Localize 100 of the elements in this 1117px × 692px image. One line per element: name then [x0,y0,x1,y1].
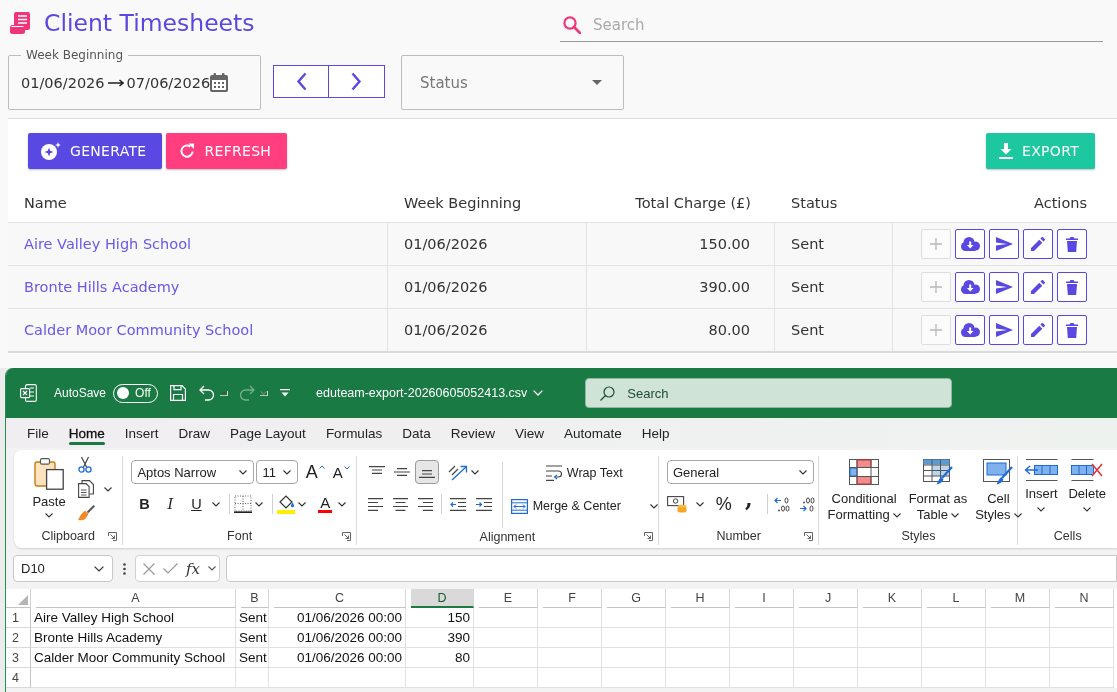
chevron-down-icon[interactable] [649,503,658,509]
column-header[interactable]: A [36,589,236,608]
send-button[interactable] [989,272,1019,302]
font-name-field[interactable]: Aptos Narrow [131,460,255,484]
ribbon-tab[interactable]: Data [393,418,440,448]
column-header[interactable]: C [274,589,406,608]
insert-function-button[interactable]: fx [186,559,200,578]
edit-button[interactable] [1023,229,1053,259]
font-color-button[interactable]: A [315,493,336,515]
client-name-link[interactable]: Calder Moor Community School [24,322,254,338]
ribbon-tab[interactable]: Formulas [316,418,392,448]
send-button[interactable] [989,229,1019,259]
column-header[interactable]: E [479,589,538,608]
ribbon-tab[interactable]: Page Layout [221,418,315,448]
ribbon-tab[interactable]: View [505,418,553,448]
corner-arrow-icon[interactable] [804,531,814,541]
column-header[interactable]: H [671,589,730,608]
chevron-down-icon[interactable] [470,469,479,475]
scissors-icon[interactable] [78,456,92,473]
wrap-text-button[interactable]: Wrap Text [510,462,658,484]
lines-right-arrow-icon[interactable] [475,497,492,511]
row-header[interactable]: 4 [6,668,31,688]
delete-button[interactable] [1057,229,1087,259]
client-name-link[interactable]: Bronte Hills Academy [24,279,180,295]
chevron-down-icon[interactable] [208,566,216,571]
search-input[interactable]: Search [593,15,1103,34]
bar-caret-icon[interactable] [280,389,291,397]
file-name[interactable]: eduteam-export-20260605052413.csv [316,386,528,400]
corner-arrow-icon[interactable] [108,531,118,541]
align-bottom-button[interactable] [414,460,439,484]
chevron-down-icon[interactable] [255,501,264,507]
check-icon[interactable] [163,563,178,574]
vertical-dots-icon[interactable] [123,562,126,575]
table-styles-button[interactable]: Format as Table [906,459,970,527]
ribbon-tab[interactable]: Automate [554,418,631,448]
status-select[interactable]: Status [401,55,624,110]
delete-button[interactable] [1057,272,1087,302]
next-week-button[interactable] [329,65,385,98]
row-header[interactable]: 3 [6,648,31,668]
corner-arrow-icon[interactable] [643,532,653,541]
chevron-down-icon[interactable] [104,486,112,492]
italic-button[interactable]: I [159,493,182,515]
insert-cells-button[interactable]: Insert [1022,459,1061,527]
column-header[interactable]: F [543,589,602,608]
align-right-icon[interactable] [417,497,433,511]
download-button[interactable] [955,229,985,259]
ribbon-tab[interactable]: Home [59,418,114,448]
paintbrush-icon[interactable] [78,505,95,521]
row-header[interactable]: 1 [6,608,31,628]
column-header[interactable]: I [735,589,794,608]
shrink-font-button[interactable]: A [330,461,353,483]
ribbon-tab[interactable]: Draw [169,418,220,448]
row-header[interactable]: 2 [6,628,31,648]
ribbon-tab[interactable]: Review [441,418,504,448]
two-pages-icon[interactable] [78,480,94,498]
cell-styles-button[interactable]: Cell Styles [973,459,1024,527]
cross-icon[interactable] [143,562,155,575]
column-header[interactable]: M [991,589,1050,608]
spreadsheet-logo-icon[interactable] [20,384,37,402]
bold-button[interactable]: B [133,493,156,515]
delete-button[interactable] [1057,315,1087,345]
formula-input[interactable] [226,555,1117,582]
download-button[interactable] [955,315,985,345]
corner-arrow-icon[interactable] [341,531,351,541]
diagonal-arrow-icon[interactable] [447,463,468,481]
ribbon-tab[interactable]: Insert [115,418,168,448]
calendar-icon[interactable] [210,73,229,92]
column-header[interactable]: G [607,589,666,608]
banknote-coins-icon[interactable] [666,495,687,513]
number-format-field[interactable]: General [666,460,814,484]
download-button[interactable] [955,272,985,302]
column-header[interactable]: D [411,589,474,608]
chevron-down-icon[interactable] [338,501,347,507]
align-left-icon[interactable] [367,497,383,511]
chevron-down-icon[interactable] [212,501,221,507]
generate-button[interactable]: GENERATE [28,133,163,169]
column-header[interactable]: N [1055,589,1114,608]
font-size-field[interactable]: 11 [256,460,299,484]
comma-style-button[interactable]: , [738,493,759,515]
curved-left-arrow-icon[interactable] [199,385,216,401]
chevron-down-icon[interactable] [298,501,307,507]
search-bar[interactable]: Search [585,378,953,408]
column-header[interactable]: L [927,589,986,608]
paste-button[interactable]: Paste [30,458,68,524]
left-arrow-decimals-icon[interactable] [773,496,790,512]
right-arrow-decimals-icon[interactable] [798,496,815,512]
send-button[interactable] [989,315,1019,345]
chevron-down-icon[interactable] [695,501,704,507]
column-header[interactable]: B [241,589,269,608]
edit-button[interactable] [1023,315,1053,345]
client-name-link[interactable]: Aire Valley High School [24,236,192,252]
underline-button[interactable]: U [185,493,208,515]
delete-cells-button[interactable]: Delete [1066,459,1109,527]
search-bar[interactable]: Search [560,8,1103,42]
paint-bucket-icon[interactable] [277,494,296,514]
floppy-disk-icon[interactable] [170,385,187,401]
column-header[interactable]: K [863,589,922,608]
conditional-styles-button[interactable]: Conditional Formatting [825,459,903,527]
column-header[interactable]: J [799,589,858,608]
percent-style-button[interactable]: % [712,493,735,515]
